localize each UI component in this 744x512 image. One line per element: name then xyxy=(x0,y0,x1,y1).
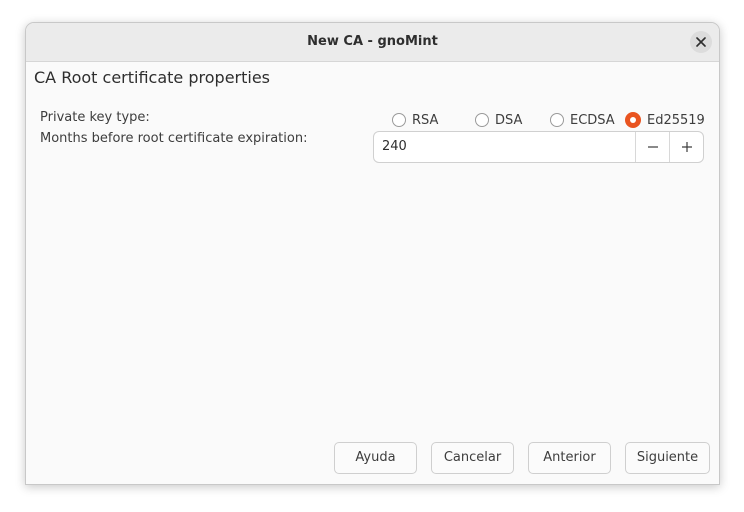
cancel-button[interactable]: Cancelar xyxy=(431,442,514,474)
radio-ecdsa-label: ECDSA xyxy=(570,112,615,128)
radio-ed25519-label: Ed25519 xyxy=(647,112,705,128)
expiration-months-spinbutton[interactable]: 240 xyxy=(373,131,704,163)
expiration-label: Months before root certificate expiratio… xyxy=(40,131,308,146)
back-button[interactable]: Anterior xyxy=(528,442,611,474)
radio-circle[interactable] xyxy=(392,113,406,127)
dialog-window: New CA - gnoMint CA Root certificate pro… xyxy=(25,22,720,485)
radio-circle-checked[interactable] xyxy=(625,112,641,128)
decrement-button[interactable] xyxy=(635,132,670,162)
radio-ecdsa[interactable]: ECDSA xyxy=(550,111,615,129)
radio-dsa-label: DSA xyxy=(495,112,523,128)
page-heading: CA Root certificate properties xyxy=(34,68,271,87)
increment-button[interactable] xyxy=(669,132,704,162)
help-button[interactable]: Ayuda xyxy=(334,442,417,474)
radio-circle[interactable] xyxy=(550,113,564,127)
expiration-months-value[interactable]: 240 xyxy=(382,132,407,162)
close-button[interactable] xyxy=(690,31,712,53)
next-button[interactable]: Siguiente xyxy=(625,442,710,474)
radio-rsa-label: RSA xyxy=(412,112,439,128)
minus-icon xyxy=(647,138,659,157)
radio-dsa[interactable]: DSA xyxy=(475,111,522,129)
radio-rsa[interactable]: RSA xyxy=(392,111,438,129)
radio-circle[interactable] xyxy=(475,113,489,127)
window-title: New CA - gnoMint xyxy=(307,34,438,49)
close-icon xyxy=(696,37,706,47)
radio-ed25519[interactable]: Ed25519 xyxy=(625,111,705,129)
key-type-label: Private key type: xyxy=(40,110,150,125)
title-bar: New CA - gnoMint xyxy=(26,23,719,62)
plus-icon xyxy=(681,138,693,157)
